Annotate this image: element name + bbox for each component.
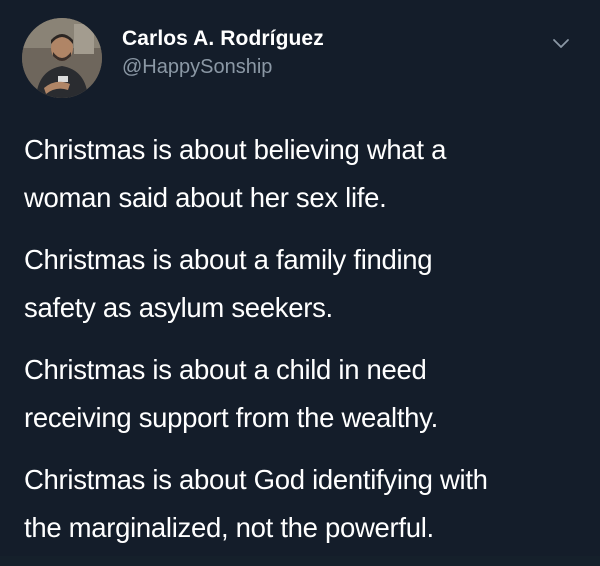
tweet-line: the marginalized, not the powerful. xyxy=(24,512,434,543)
tweet-line: Christmas is about God identifying with xyxy=(24,464,488,495)
user-names: Carlos A. Rodríguez @HappySonship xyxy=(122,26,324,80)
user-handle[interactable]: @HappySonship xyxy=(122,54,324,80)
tweet-header: Carlos A. Rodríguez @HappySonship xyxy=(22,18,578,98)
avatar[interactable] xyxy=(22,18,102,98)
display-name[interactable]: Carlos A. Rodríguez xyxy=(122,26,324,52)
profile-photo-icon xyxy=(22,18,102,98)
tweet-line: Christmas is about believing what a xyxy=(24,134,447,165)
tweet-paragraph: Christmas is about believing what a woma… xyxy=(24,126,584,222)
tweet-text: Christmas is about believing what a woma… xyxy=(24,126,584,566)
tweet-line: woman said about her sex life. xyxy=(24,182,387,213)
tweet-line: Christmas is about a child in need xyxy=(24,354,427,385)
tweet-line: receiving support from the wealthy. xyxy=(24,402,438,433)
tweet-paragraph: Christmas is about a child in need recei… xyxy=(24,346,584,442)
tweet-paragraph: Christmas is about God identifying with … xyxy=(24,456,584,552)
tweet-paragraph: Christmas is about a family finding safe… xyxy=(24,236,584,332)
tweet-card: Carlos A. Rodríguez @HappySonship Christ… xyxy=(0,0,600,556)
tweet-line: safety as asylum seekers. xyxy=(24,292,333,323)
chevron-down-icon[interactable] xyxy=(550,32,572,54)
tweet-line: Christmas is about a family finding xyxy=(24,244,433,275)
